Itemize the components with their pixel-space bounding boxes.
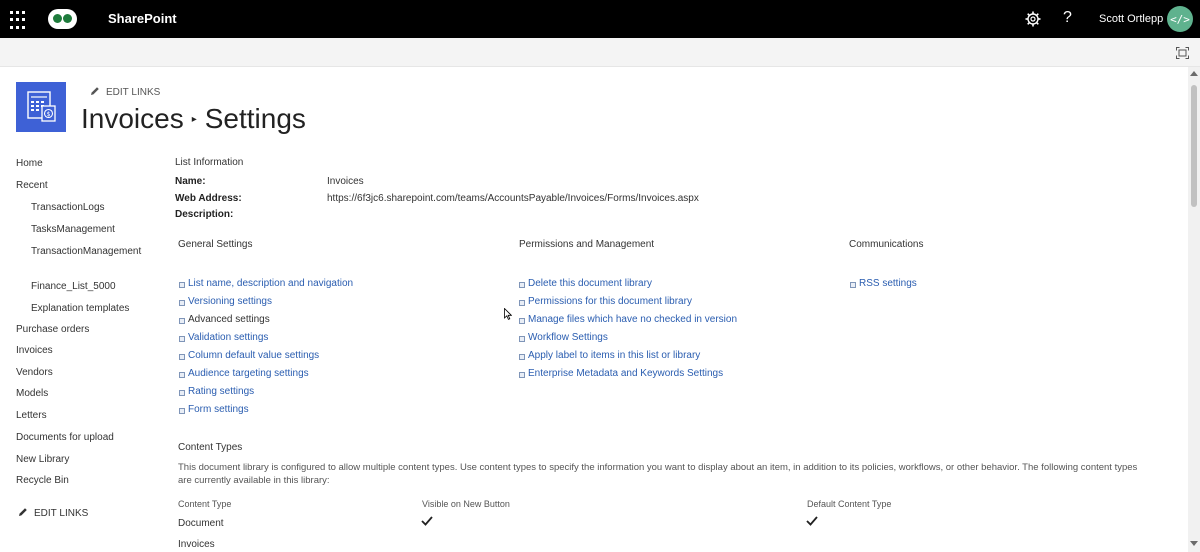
site-logo[interactable]: $ [16, 82, 66, 132]
nav-item-tasksmanagement[interactable]: TasksManagement [31, 223, 146, 236]
link-apply-label[interactable]: Apply label to items in this list or lib… [518, 350, 700, 361]
col-header-content-type: Content Type [178, 499, 232, 509]
web-address-label: Web Address: [175, 193, 242, 204]
nav-item-models[interactable]: Models [16, 388, 48, 399]
nav-item-transactionlogs[interactable]: TransactionLogs [31, 201, 146, 214]
permissions-management-heading: Permissions and Management [519, 239, 655, 250]
breadcrumb-current: Settings [204, 103, 306, 134]
edit-links-label: EDIT LINKS [106, 87, 161, 98]
content-type-row-name[interactable]: Document [178, 518, 224, 529]
nav-item-finance-list[interactable]: Finance_List_5000 [31, 280, 146, 293]
name-label: Name: [175, 176, 206, 187]
link-form-settings[interactable]: Form settings [179, 404, 249, 415]
link-column-default-value-settings[interactable]: Column default value settings [178, 350, 319, 361]
nav-item-new-library[interactable]: New Library [16, 454, 69, 465]
mouse-pointer-icon [504, 308, 512, 320]
checkmark-icon [421, 516, 433, 526]
settings-gear-icon[interactable] [1025, 11, 1041, 27]
description-label: Description: [175, 209, 234, 220]
app-logo[interactable] [48, 9, 77, 29]
link-rating-settings[interactable]: Rating settings [178, 386, 254, 397]
nav-item-invoices[interactable]: Invoices [16, 345, 53, 356]
edit-links-bottom[interactable]: EDIT LINKS [18, 507, 88, 519]
suite-bar: SharePoint ? Scott Ortlepp </> [0, 0, 1200, 38]
col-header-visible-on-new: Visible on New Button [422, 499, 510, 509]
list-information-heading: List Information [175, 157, 244, 168]
link-rss-settings[interactable]: RSS settings [850, 278, 917, 289]
pencil-icon [91, 87, 99, 95]
nav-item-recent[interactable]: Recent [16, 180, 48, 191]
nav-item-home[interactable]: Home [16, 158, 43, 169]
svg-text:$: $ [47, 111, 51, 118]
communications-heading: Communications [849, 239, 924, 250]
breadcrumb-parent[interactable]: Invoices [81, 103, 184, 134]
app-launcher-icon[interactable] [7, 8, 29, 30]
nav-item-documents-for-upload[interactable]: Documents for upload [16, 432, 114, 443]
page-title: Invoices ▸ Settings [81, 103, 306, 135]
nav-item-purchase-orders[interactable]: Purchase orders [16, 324, 89, 335]
link-versioning-settings[interactable]: Versioning settings [179, 296, 272, 307]
scroll-thumb[interactable] [1191, 85, 1197, 207]
invoice-icon: $ [27, 91, 56, 122]
help-icon[interactable]: ? [1063, 9, 1072, 27]
general-settings-heading: General Settings [178, 239, 253, 250]
nav-item-transactionmanagement[interactable]: TransactionManagement [31, 245, 142, 258]
content-type-row-name[interactable]: Invoices [178, 539, 215, 550]
link-library-permissions[interactable]: Permissions for this document library [519, 296, 692, 307]
link-list-name-description-navigation[interactable]: List name, description and navigation [178, 278, 353, 289]
link-enterprise-metadata[interactable]: Enterprise Metadata and Keywords Setting… [518, 368, 723, 379]
link-advanced-settings[interactable]: Advanced settings [179, 314, 270, 325]
user-name[interactable]: Scott Ortlepp [1099, 13, 1163, 25]
focus-mode-icon[interactable] [1176, 47, 1189, 59]
pencil-icon [19, 508, 27, 516]
app-name[interactable]: SharePoint [108, 11, 177, 26]
nav-item-explanation-templates[interactable]: Explanation templates [31, 302, 146, 315]
breadcrumb-separator-icon: ▸ [191, 114, 197, 125]
edit-links-label: EDIT LINKS [34, 508, 89, 519]
link-validation-settings[interactable]: Validation settings [178, 332, 268, 343]
nav-item-recycle-bin[interactable]: Recycle Bin [16, 475, 69, 486]
name-value: Invoices [327, 176, 364, 187]
link-workflow-settings[interactable]: Workflow Settings [519, 332, 608, 343]
scroll-down-arrow-icon[interactable] [1190, 541, 1198, 546]
scroll-up-arrow-icon[interactable] [1190, 71, 1198, 76]
checkmark-icon [806, 516, 818, 526]
col-header-default-content-type: Default Content Type [807, 499, 892, 509]
link-manage-unchecked-files[interactable]: Manage files which have no checked in ve… [518, 314, 737, 325]
edit-links-top[interactable]: EDIT LINKS [90, 86, 160, 98]
link-delete-library[interactable]: Delete this document library [519, 278, 652, 289]
web-address-value: https://6f3jc6.sharepoint.com/teams/Acco… [327, 193, 699, 204]
user-avatar[interactable]: </> [1167, 6, 1193, 32]
nav-item-letters[interactable]: Letters [16, 410, 47, 421]
command-bar [0, 38, 1200, 67]
nav-item-vendors[interactable]: Vendors [16, 367, 53, 378]
link-audience-targeting-settings[interactable]: Audience targeting settings [179, 368, 309, 379]
content-types-description: This document library is configured to a… [178, 462, 1138, 486]
content-types-heading: Content Types [178, 442, 243, 453]
